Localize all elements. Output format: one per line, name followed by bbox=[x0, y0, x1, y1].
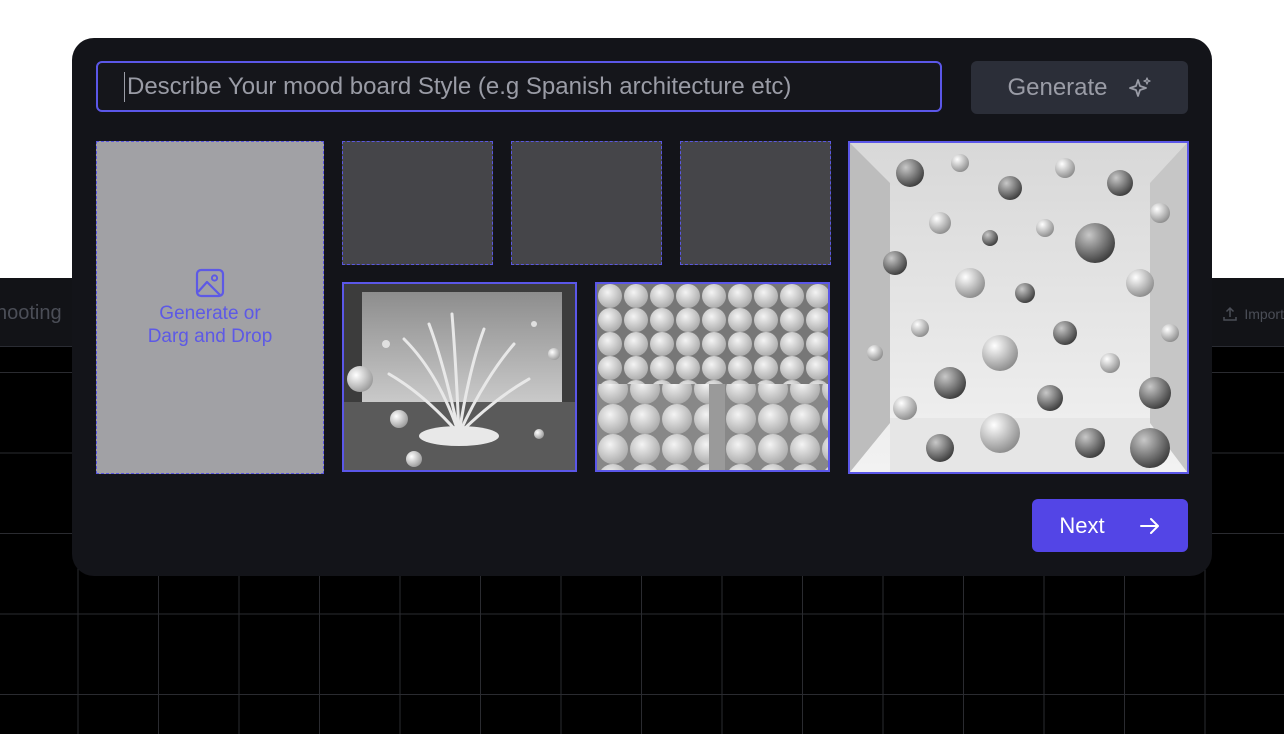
mood-image-ball-fountain[interactable] bbox=[342, 282, 577, 472]
ball-fountain-image bbox=[344, 284, 575, 470]
upload-dropzone[interactable]: Generate or Darg and Drop bbox=[96, 141, 324, 474]
empty-image-slot[interactable] bbox=[511, 141, 662, 265]
mood-board-modal: Generate Generate or Darg and Drop bbox=[72, 38, 1212, 576]
generate-button[interactable]: Generate bbox=[971, 61, 1188, 114]
import-button[interactable]: Import bbox=[1222, 306, 1284, 322]
upload-icon bbox=[1223, 306, 1238, 321]
sparkle-icon bbox=[1128, 76, 1151, 97]
floating-balls-image bbox=[850, 143, 1187, 472]
image-icon bbox=[195, 268, 225, 297]
upload-line-2: Darg and Drop bbox=[147, 325, 273, 347]
arrow-right-icon bbox=[1139, 517, 1159, 534]
import-label: Import bbox=[1244, 306, 1284, 322]
empty-image-slot[interactable] bbox=[342, 141, 493, 265]
next-button[interactable]: Next bbox=[1032, 499, 1188, 552]
empty-image-slot[interactable] bbox=[680, 141, 831, 265]
mood-image-floating-balls[interactable] bbox=[848, 141, 1189, 474]
next-button-label: Next bbox=[1059, 512, 1105, 538]
generate-button-label: Generate bbox=[1007, 73, 1108, 101]
tennis-balls-image bbox=[597, 284, 828, 470]
mood-board-prompt-field[interactable] bbox=[96, 61, 942, 112]
mood-image-tennis-balls[interactable] bbox=[595, 282, 830, 472]
background-tab-label: hooting bbox=[0, 302, 62, 324]
mood-board-prompt-input[interactable] bbox=[124, 71, 940, 102]
upload-line-1: Generate or bbox=[159, 302, 261, 324]
